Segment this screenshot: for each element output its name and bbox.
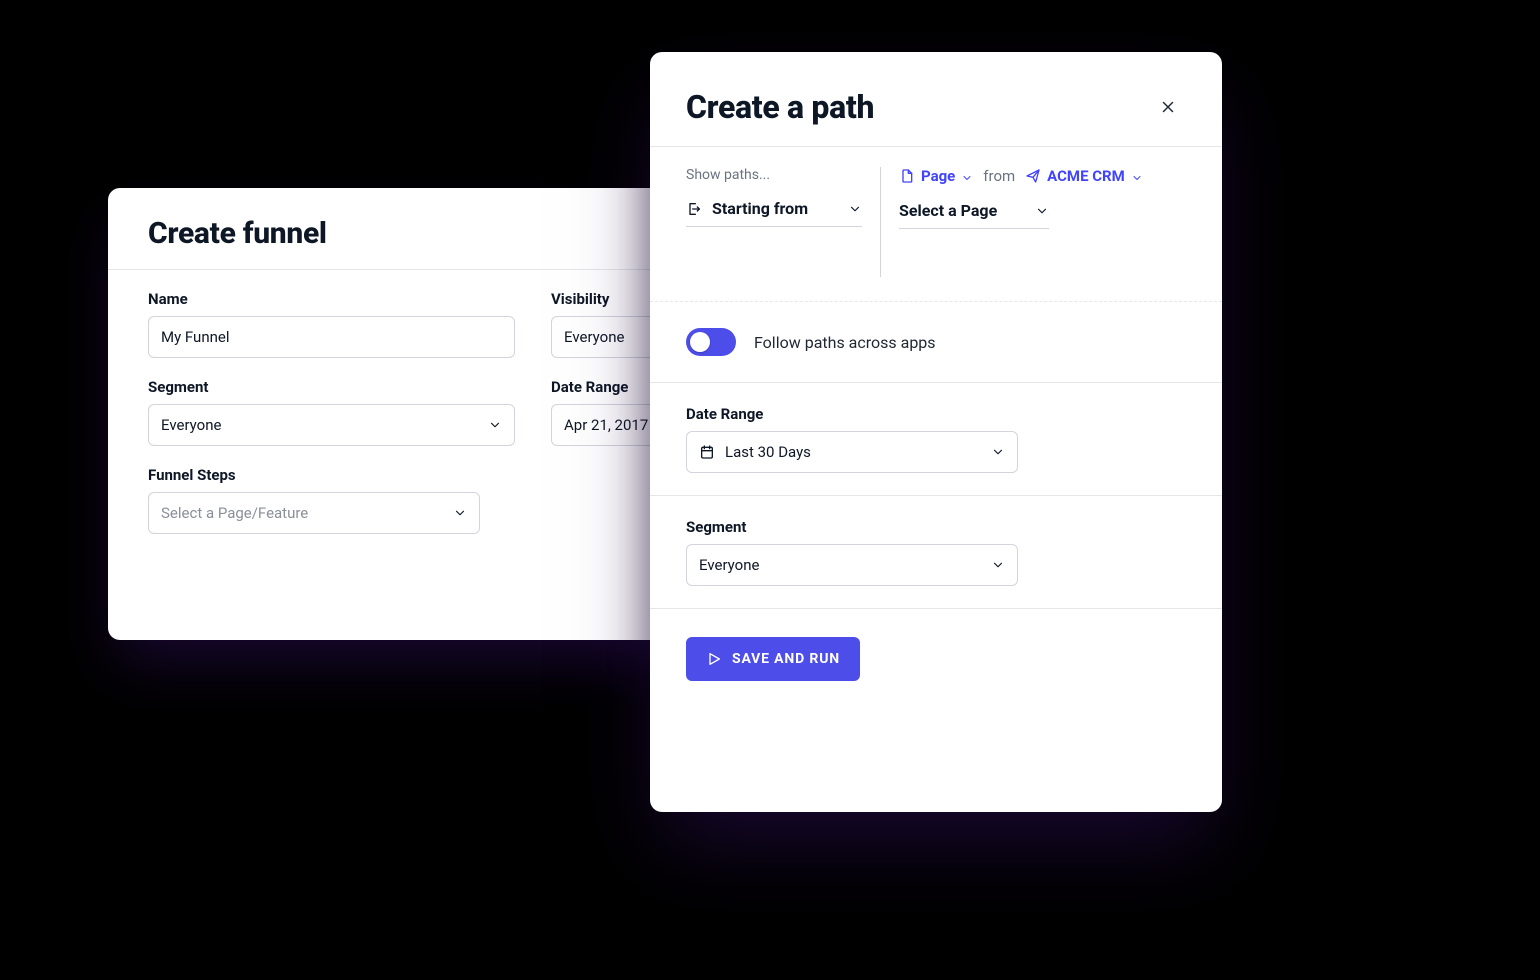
date-range-value: Last 30 Days: [725, 443, 811, 461]
segment-value: Everyone: [699, 556, 759, 574]
page-type-value: Page: [921, 167, 955, 185]
play-icon: [706, 651, 722, 667]
app-select[interactable]: ACME CRM: [1025, 167, 1143, 185]
chevron-down-icon: [991, 445, 1005, 459]
segment-label: Segment: [148, 378, 515, 396]
chevron-down-icon: [848, 202, 862, 216]
exit-icon: [686, 201, 702, 217]
funnel-steps-select[interactable]: Select a Page/Feature: [148, 492, 480, 534]
select-page-dropdown[interactable]: Select a Page: [899, 201, 1049, 229]
date-range-label: Date Range: [686, 405, 1186, 423]
segment-value: Everyone: [161, 416, 221, 434]
app-value: ACME CRM: [1047, 167, 1125, 185]
direction-select[interactable]: Starting from: [686, 199, 862, 227]
page-type-select[interactable]: Page: [899, 167, 973, 185]
segment-label: Segment: [686, 518, 1186, 536]
chevron-down-icon: [488, 418, 502, 432]
save-and-run-button[interactable]: Save and Run: [686, 637, 860, 681]
chevron-down-icon: [1035, 204, 1049, 218]
direction-value: Starting from: [712, 199, 808, 218]
create-path-modal: Create a path Show paths... Starting fro…: [650, 52, 1222, 812]
toggle-knob: [690, 332, 710, 352]
show-paths-label: Show paths...: [686, 167, 862, 183]
from-label: from: [983, 167, 1015, 185]
segment-select[interactable]: Everyone: [686, 544, 1018, 586]
page-icon: [899, 168, 915, 184]
modal-title: Create a path: [686, 88, 874, 126]
close-button[interactable]: [1154, 93, 1182, 121]
name-label: Name: [148, 290, 515, 308]
segment-select[interactable]: Everyone: [148, 404, 515, 446]
chevron-down-icon: [961, 170, 973, 182]
name-input[interactable]: My Funnel: [148, 316, 515, 358]
name-input-value: My Funnel: [161, 328, 229, 346]
select-page-value: Select a Page: [899, 201, 997, 220]
follow-paths-toggle[interactable]: [686, 328, 736, 356]
close-icon: [1159, 98, 1177, 116]
calendar-icon: [699, 444, 715, 460]
chevron-down-icon: [1131, 170, 1143, 182]
date-range-value: Apr 21, 2017 -: [564, 416, 656, 434]
chevron-down-icon: [453, 506, 467, 520]
follow-paths-label: Follow paths across apps: [754, 333, 936, 352]
save-and-run-label: Save and Run: [732, 651, 840, 667]
funnel-steps-placeholder: Select a Page/Feature: [161, 504, 308, 522]
send-icon: [1025, 168, 1041, 184]
funnel-steps-label: Funnel Steps: [148, 466, 480, 484]
chevron-down-icon: [991, 558, 1005, 572]
visibility-value: Everyone: [564, 328, 624, 346]
date-range-select[interactable]: Last 30 Days: [686, 431, 1018, 473]
